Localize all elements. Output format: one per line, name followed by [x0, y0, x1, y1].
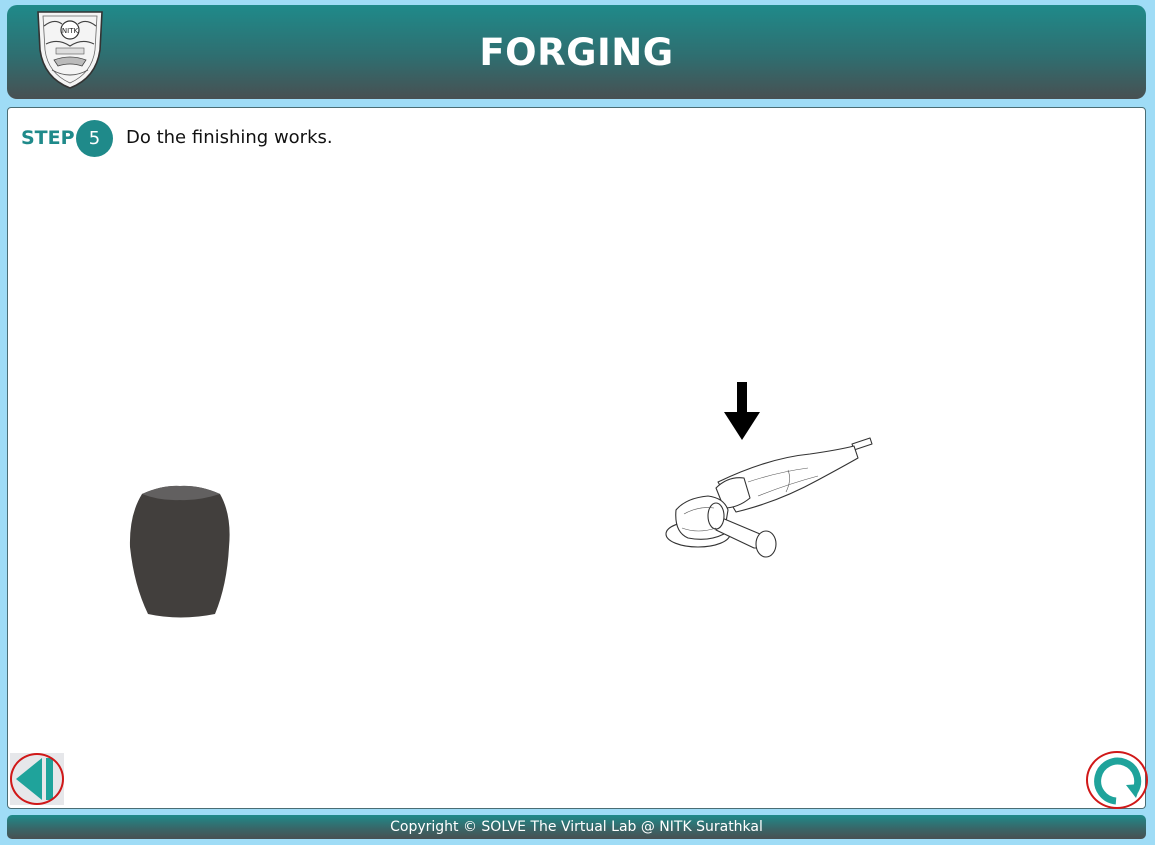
page-title: FORGING — [479, 31, 674, 74]
back-button[interactable] — [10, 753, 64, 805]
step-label: STEP — [21, 127, 75, 149]
back-highlight-ring — [10, 753, 64, 805]
forged-workpiece — [129, 485, 230, 618]
footer-copyright: Copyright © SOLVE The Virtual Lab @ NITK… — [7, 815, 1146, 839]
down-arrow-icon — [724, 382, 760, 440]
header-bar: NITK FORGING — [7, 5, 1146, 99]
restart-button[interactable] — [1086, 751, 1148, 809]
restart-highlight-ring — [1086, 751, 1148, 809]
step-instruction: Do the finishing works. — [126, 127, 333, 148]
step-number-badge: 5 — [76, 120, 113, 157]
angle-grinder-icon[interactable] — [658, 436, 873, 558]
main-panel: STEP 5 Do the finishing works. — [7, 107, 1148, 809]
